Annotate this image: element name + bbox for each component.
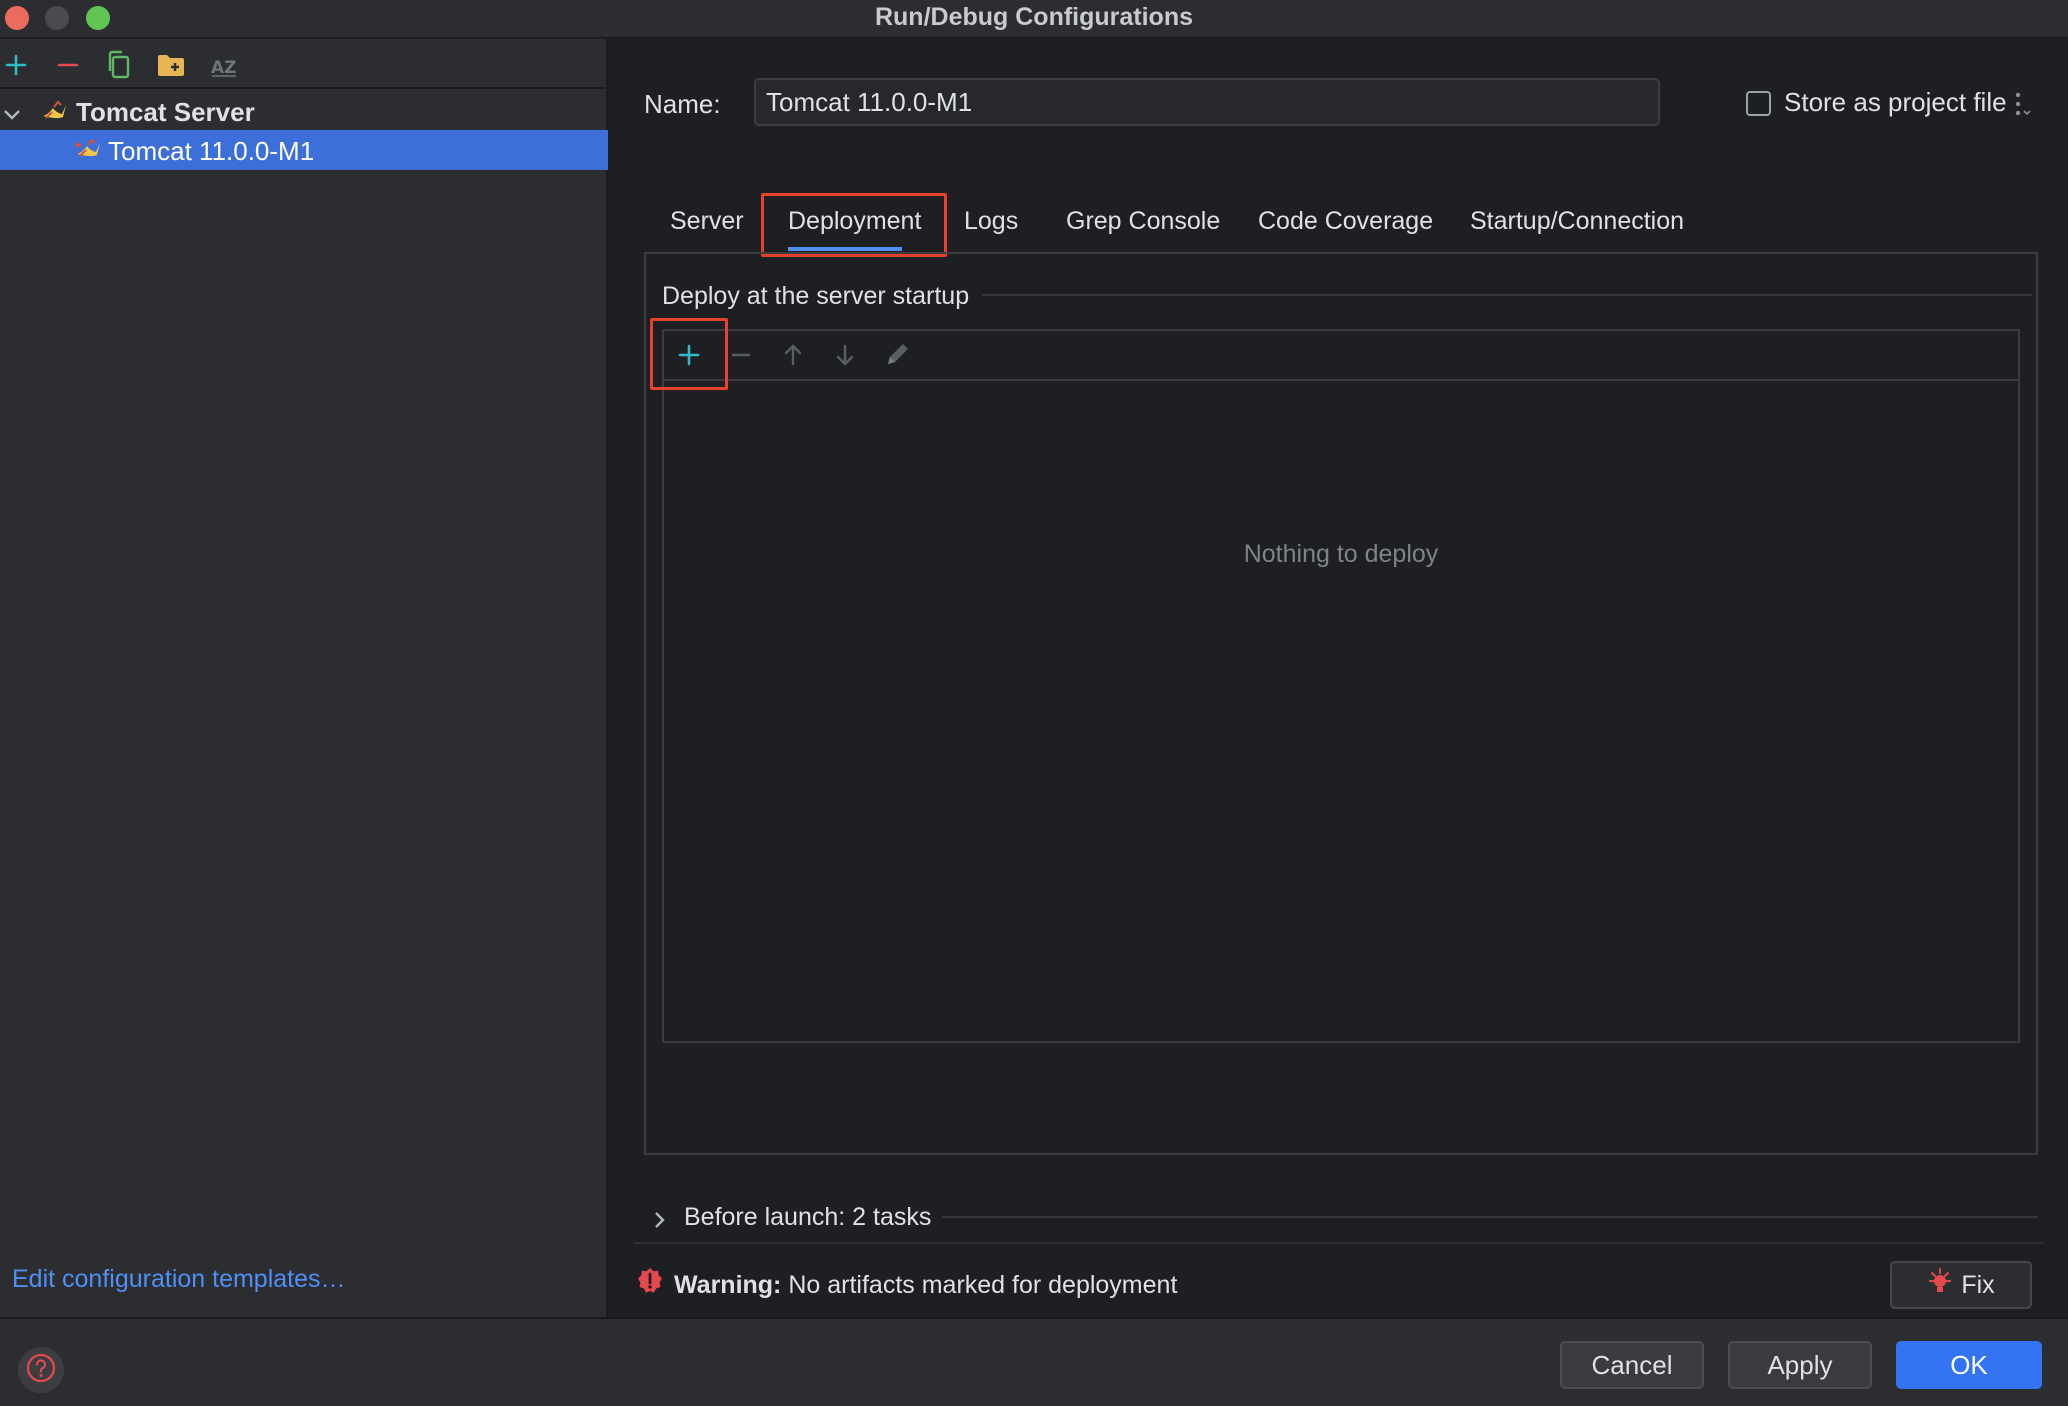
- title-bar: Run/Debug Configurations: [0, 0, 2068, 38]
- tab-grep-console[interactable]: Grep Console: [1066, 207, 1220, 236]
- apply-button[interactable]: Apply: [1728, 1341, 1872, 1389]
- deployment-toolbar: [664, 331, 2018, 381]
- chevron-right-icon[interactable]: [652, 1210, 668, 1235]
- before-launch-label[interactable]: Before launch: 2 tasks: [684, 1203, 931, 1232]
- copy-icon[interactable]: [103, 49, 135, 81]
- tab-code-coverage[interactable]: Code Coverage: [1258, 207, 1433, 236]
- ok-button[interactable]: OK: [1896, 1341, 2042, 1389]
- move-up-icon[interactable]: [778, 340, 808, 370]
- move-down-icon[interactable]: [830, 340, 860, 370]
- empty-state-text: Nothing to deploy: [1243, 540, 1439, 568]
- highlight-deployment-tab: [761, 193, 947, 257]
- tree-item-tomcat-config[interactable]: Tomcat 11.0.0-M1: [0, 130, 608, 170]
- panel-divider: [634, 1242, 2044, 1244]
- svg-text:AZ: AZ: [211, 58, 236, 78]
- chevron-down-icon[interactable]: [2, 101, 22, 132]
- section-divider: [982, 294, 2032, 296]
- warning-message: Warning: No artifacts marked for deploym…: [674, 1271, 1177, 1300]
- tab-logs[interactable]: Logs: [964, 207, 1018, 236]
- tab-startup-connection[interactable]: Startup/Connection: [1470, 207, 1684, 236]
- sort-az-icon[interactable]: AZ: [208, 49, 240, 81]
- dialog-button-bar: Cancel Apply OK: [0, 1317, 2068, 1406]
- new-folder-icon[interactable]: [155, 49, 187, 81]
- name-field[interactable]: [754, 78, 1660, 126]
- warning-detail: No artifacts marked for deployment: [781, 1271, 1178, 1299]
- more-options-icon[interactable]: [2012, 89, 2034, 124]
- store-as-project-file-checkbox[interactable]: [1746, 91, 1771, 116]
- tab-server[interactable]: Server: [670, 207, 744, 236]
- warning-icon: [636, 1267, 664, 1300]
- tree-group-label: Tomcat Server: [76, 97, 255, 127]
- help-button[interactable]: [18, 1347, 64, 1393]
- tomcat-icon: [40, 98, 70, 131]
- configuration-editor: Name: Store as project file Server Deplo…: [610, 39, 2068, 1317]
- fix-label: Fix: [1961, 1270, 1995, 1299]
- remove-icon[interactable]: [52, 49, 84, 81]
- sidebar-toolbar: AZ: [0, 39, 608, 89]
- tomcat-run-icon: [74, 136, 104, 169]
- add-icon[interactable]: [0, 49, 32, 81]
- warning-prefix: Warning:: [674, 1271, 782, 1299]
- configurations-sidebar: AZ Tomcat Server Tomcat 11.0.0-M1 Edit c…: [0, 39, 608, 1317]
- store-as-project-file-label: Store as project file: [1784, 87, 2007, 117]
- run-debug-dialog: Run/Debug Configurations AZ Tomcat Serve…: [0, 0, 2068, 1406]
- tree-item-label: Tomcat 11.0.0-M1: [108, 136, 315, 166]
- name-label: Name:: [644, 89, 721, 119]
- window-title: Run/Debug Configurations: [874, 3, 1194, 31]
- cancel-button[interactable]: Cancel: [1560, 1341, 1704, 1389]
- remove-icon[interactable]: [726, 340, 756, 370]
- before-launch-divider: [942, 1216, 2038, 1218]
- tree-group-tomcat-server[interactable]: Tomcat Server: [0, 91, 608, 131]
- edit-icon[interactable]: [882, 340, 912, 370]
- edit-configuration-templates-link[interactable]: Edit configuration templates…: [12, 1265, 346, 1294]
- help-icon: [25, 1352, 57, 1389]
- lightbulb-icon: [1927, 1267, 1953, 1304]
- deployment-list[interactable]: Nothing to deploy: [662, 329, 2020, 1043]
- highlight-add-button: [650, 318, 728, 390]
- deploy-section-title: Deploy at the server startup: [662, 282, 970, 310]
- fix-button[interactable]: Fix: [1890, 1261, 2032, 1309]
